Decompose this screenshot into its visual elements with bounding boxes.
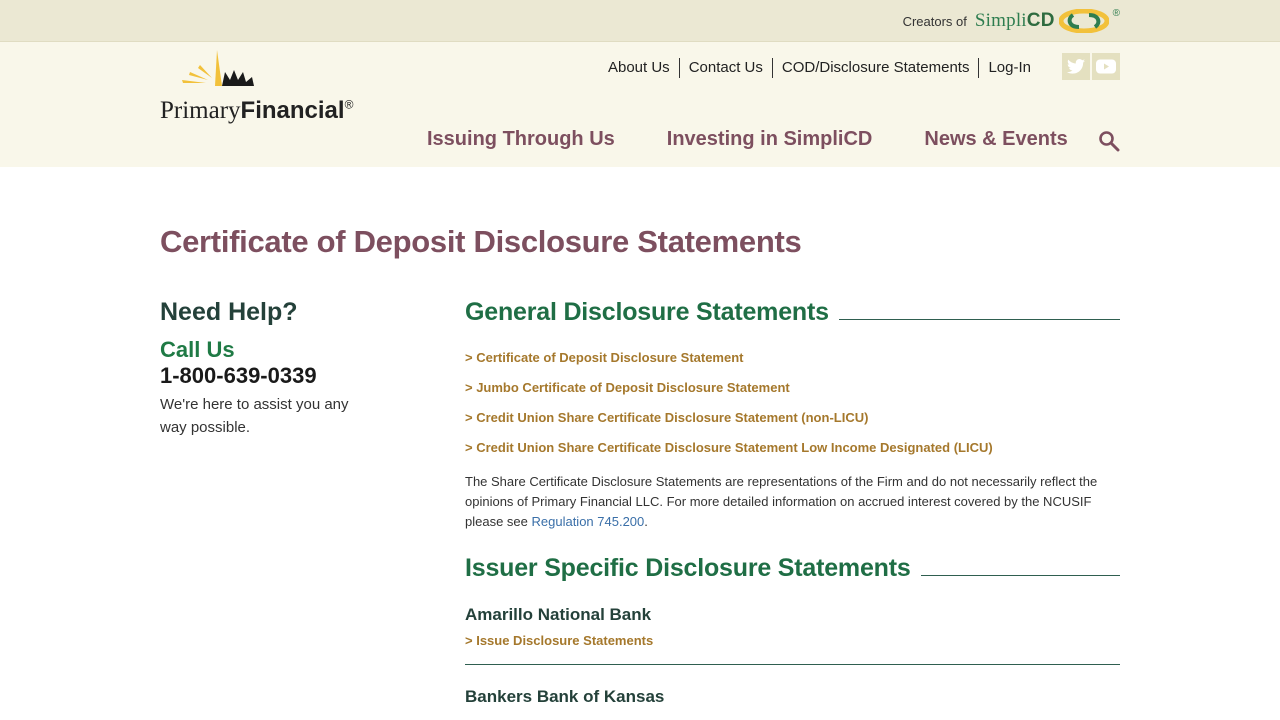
site-header: PrimaryFinancial® About Us Contact Us CO… (0, 42, 1280, 167)
issuer-section: Issuer Specific Disclosure Statements Am… (465, 554, 1120, 707)
primary-financial-logo[interactable]: PrimaryFinancial® (160, 50, 380, 126)
nav-news-events[interactable]: News & Events (924, 128, 1067, 151)
creators-of-simplicd[interactable]: Creators of SimpliCD ® (903, 8, 1120, 34)
issuer-disclosures-header: Issuer Specific Disclosure Statements (465, 554, 1120, 583)
simplicd-swirl-icon (1058, 9, 1109, 33)
main-nav: Issuing Through Us Investing in SimpliCD… (427, 128, 1120, 151)
cu-share-non-licu-link[interactable]: > Credit Union Share Certificate Disclos… (465, 403, 1120, 433)
youtube-button[interactable] (1092, 53, 1120, 80)
jumbo-cd-disclosure-link[interactable]: > Jumbo Certificate of Deposit Disclosur… (465, 373, 1120, 403)
search-icon (1099, 131, 1120, 152)
simplicd-wordmark: SimpliCD (974, 10, 1055, 31)
general-disclosure-links: > Certificate of Deposit Disclosure Stat… (465, 343, 1120, 463)
log-in-link[interactable]: Log-In (978, 58, 1040, 78)
nav-issuing-through-us[interactable]: Issuing Through Us (427, 128, 615, 151)
social-links (1062, 53, 1120, 80)
cu-share-licu-link[interactable]: > Credit Union Share Certificate Disclos… (465, 433, 1120, 463)
help-sidebar: Need Help? Call Us 1-800-639-0339 We're … (160, 298, 380, 439)
issuer-name: Amarillo National Bank (465, 605, 652, 624)
youtube-icon (1096, 59, 1116, 74)
page-title: Certificate of Deposit Disclosure Statem… (160, 224, 802, 259)
general-disclosures-heading: General Disclosure Statements (465, 298, 829, 326)
search-button[interactable] (1098, 130, 1120, 152)
logo-wordmark: PrimaryFinancial® (160, 97, 354, 124)
phone-number[interactable]: 1-800-639-0339 (160, 363, 380, 389)
creators-label: Creators of (902, 13, 967, 29)
issuer-divider (465, 664, 1120, 665)
main-content: General Disclosure Statements > Certific… (465, 298, 1120, 707)
need-help-heading: Need Help? (160, 298, 298, 326)
section-divider (920, 575, 1120, 576)
sunrise-logo-icon (182, 50, 254, 86)
cod-disclosure-link[interactable]: COD/Disclosure Statements (771, 58, 979, 78)
nav-investing-in-simplicd[interactable]: Investing in SimpliCD (667, 128, 873, 151)
about-us-link[interactable]: About Us (599, 58, 679, 78)
share-certificate-note: The Share Certificate Disclosure Stateme… (465, 474, 1098, 529)
call-us-label: Call Us (160, 337, 235, 362)
issue-disclosure-link[interactable]: > Issue Disclosure Statements (465, 633, 1120, 648)
twitter-icon (1067, 59, 1085, 74)
section-divider (838, 319, 1120, 320)
issuer-name: Bankers Bank of Kansas (465, 687, 665, 706)
registered-mark: ® (1112, 7, 1120, 19)
top-bar: Creators of SimpliCD ® (0, 0, 1280, 42)
regulation-link[interactable]: Regulation 745.200 (532, 514, 645, 529)
cd-disclosure-link[interactable]: > Certificate of Deposit Disclosure Stat… (465, 343, 1120, 373)
issuer-disclosures-heading: Issuer Specific Disclosure Statements (465, 554, 911, 582)
assist-text: We're here to assist you any way possibl… (160, 396, 349, 436)
utility-nav: About Us Contact Us COD/Disclosure State… (599, 58, 1040, 78)
contact-us-link[interactable]: Contact Us (678, 58, 772, 78)
general-disclosures-header: General Disclosure Statements (465, 298, 1120, 327)
simplicd-logo[interactable]: SimpliCD ® (974, 7, 1120, 33)
twitter-button[interactable] (1062, 53, 1090, 80)
